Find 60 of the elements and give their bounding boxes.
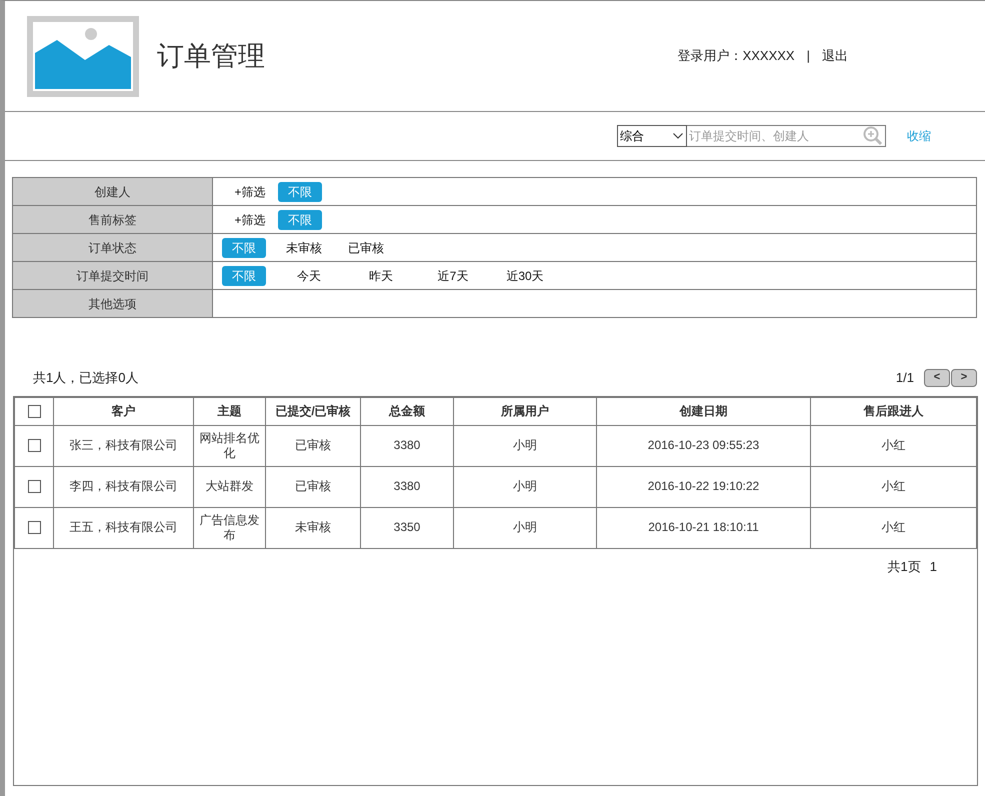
search-field[interactable]: 订单提交时间、创建人 (687, 125, 886, 147)
page-number-link[interactable]: 1 (930, 556, 937, 576)
selection-summary: 共1人，已选择0人 (33, 369, 138, 387)
table-cell: 小明 (454, 425, 596, 466)
filter-label: 其他选项 (13, 290, 213, 317)
checkbox[interactable] (28, 480, 40, 493)
page-indicator: 1/1 (896, 369, 914, 387)
previous-page-button[interactable]: < (924, 368, 950, 387)
add-filter-link[interactable]: +筛选 (222, 210, 278, 228)
table-cell: 已审核 (266, 466, 360, 507)
filter-option[interactable]: 已审核 (342, 238, 390, 258)
table-cell: 张三，科技有限公司 (54, 425, 194, 466)
table-cell: 3380 (360, 466, 454, 507)
column-header: 创建日期 (596, 397, 810, 425)
filter-option[interactable]: 近30天 (496, 266, 554, 286)
column-header: 客户 (54, 397, 194, 425)
column-header: 总金额 (360, 397, 454, 425)
table-cell: 3380 (360, 425, 454, 466)
column-header: 主题 (194, 397, 266, 425)
column-header: 售后跟进人 (810, 397, 976, 425)
add-filter-link[interactable]: +筛选 (222, 182, 278, 200)
table-cell: 已审核 (266, 425, 360, 466)
filter-label: 订单提交时间 (13, 262, 213, 289)
checkbox[interactable] (28, 521, 40, 534)
table-cell: 小明 (454, 507, 596, 548)
logo-image-icon (27, 16, 139, 96)
zoom-in-icon (863, 126, 883, 146)
filter-label: 创建人 (13, 178, 213, 205)
table-cell: 王五，科技有限公司 (54, 507, 194, 548)
checkbox[interactable] (28, 404, 40, 418)
filter-option[interactable]: 昨天 (352, 266, 410, 286)
column-header: 已提交/已审核 (266, 397, 360, 425)
filter-option[interactable]: 今天 (280, 266, 338, 286)
table-cell: 大站群发 (194, 466, 266, 507)
table-cell: 广告信息发布 (194, 507, 266, 548)
table-cell: 小红 (810, 466, 976, 507)
table-cell: 3350 (360, 507, 454, 548)
table-cell: 2016-10-23 09:55:23 (596, 425, 810, 466)
table-cell: 小明 (454, 466, 596, 507)
logout-link[interactable]: 退出 (822, 46, 848, 66)
chevron-down-icon (673, 133, 683, 139)
column-header: 所属用户 (454, 397, 596, 425)
filter-option[interactable]: 未审核 (280, 238, 328, 258)
filter-label: 售前标签 (13, 206, 213, 233)
table-cell: 小红 (810, 507, 976, 548)
separator: | (806, 47, 810, 66)
next-page-button[interactable]: > (951, 368, 977, 387)
total-pages: 共1页 (888, 558, 921, 576)
table-cell: 2016-10-21 18:10:11 (596, 507, 810, 548)
table-cell: 未审核 (266, 507, 360, 548)
table-cell: 李四，科技有限公司 (54, 466, 194, 507)
checkbox[interactable] (28, 439, 40, 452)
table-cell: 小红 (810, 425, 976, 466)
table-cell: 网站排名优化 (194, 425, 266, 466)
table-cell: 2016-10-22 19:10:22 (596, 466, 810, 507)
scope-select[interactable]: 综合 (617, 125, 687, 147)
login-user: 登录用户：XXXXXX (678, 47, 795, 66)
page-title: 订单管理 (157, 40, 265, 73)
filter-option[interactable]: 近7天 (424, 266, 482, 286)
filter-label: 订单状态 (13, 234, 213, 261)
